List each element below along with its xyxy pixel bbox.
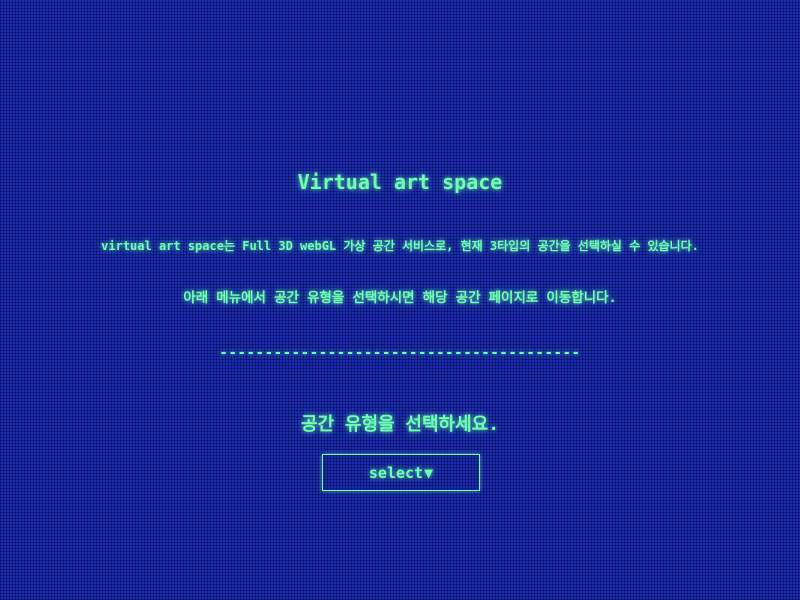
- select-prompt: 공간 유형을 선택하세요.: [300, 414, 500, 435]
- description-line-1: virtual art space는 Full 3D webGL 가상 공간 서…: [101, 239, 699, 253]
- page-title: Virtual art space: [297, 170, 503, 194]
- description-line-2: 아래 메뉴에서 공간 유형을 선택하시면 해당 공간 페이지로 이동합니다.: [183, 290, 617, 306]
- main-screen: Virtual art space virtual art space는 Ful…: [0, 0, 800, 600]
- dashed-divider: ----------------------------------------: [219, 345, 581, 361]
- select-label: select: [368, 463, 424, 482]
- space-type-select[interactable]: select ▼: [322, 454, 480, 491]
- caret-down-icon: ▼: [424, 463, 434, 482]
